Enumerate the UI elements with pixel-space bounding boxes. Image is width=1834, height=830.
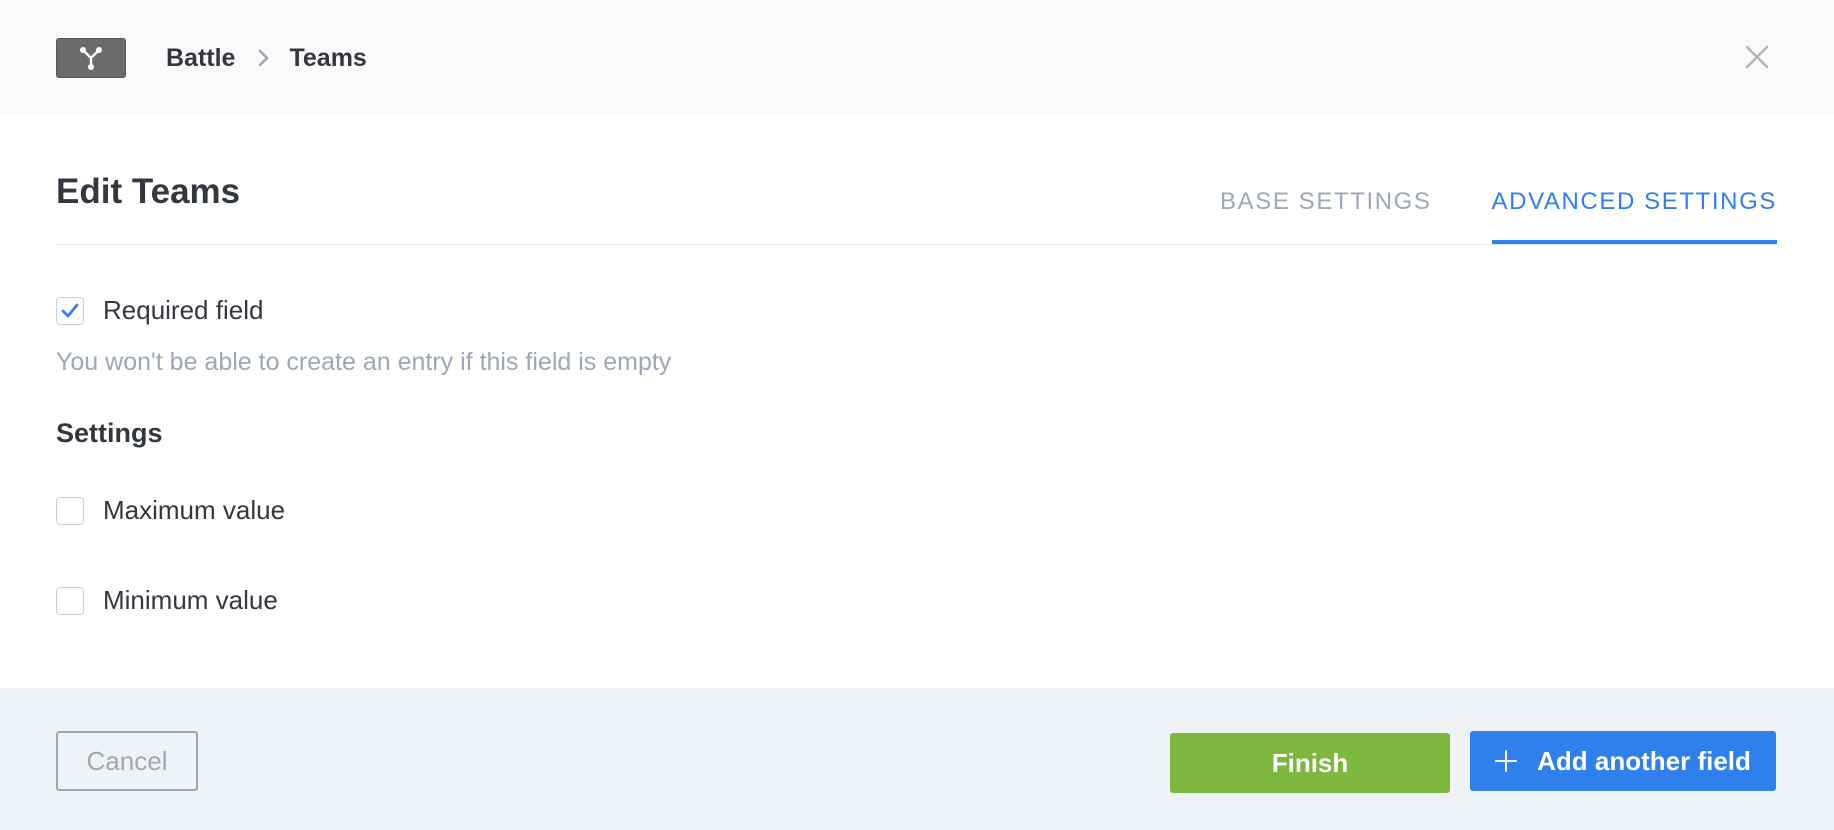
required-field-checkbox[interactable] xyxy=(56,296,84,325)
breadcrumb-parent[interactable]: Battle xyxy=(166,44,235,73)
relation-icon xyxy=(56,38,126,78)
settings-tabs: BASE SETTINGS ADVANCED SETTINGS xyxy=(1160,176,1778,244)
header-divider xyxy=(56,244,1776,245)
add-another-field-label: Add another field xyxy=(1537,745,1751,776)
required-field-label: Required field xyxy=(103,295,264,325)
add-another-field-button[interactable]: Add another field xyxy=(1470,731,1776,791)
chevron-right-icon xyxy=(257,48,271,68)
maximum-value-checkbox[interactable] xyxy=(56,496,84,525)
check-icon xyxy=(61,303,79,317)
maximum-value-label: Maximum value xyxy=(103,495,286,525)
modal-header: Battle Teams xyxy=(0,0,1834,114)
required-field-hint: You won't be able to create an entry if … xyxy=(56,348,672,376)
close-icon[interactable] xyxy=(1742,42,1772,72)
plus-icon xyxy=(1495,750,1518,772)
modal-title: Edit Teams xyxy=(56,172,241,211)
minimum-value-label: Minimum value xyxy=(103,585,278,615)
required-field-option[interactable]: Required field xyxy=(56,295,263,326)
cancel-button[interactable]: Cancel xyxy=(56,731,198,791)
finish-button[interactable]: Finish xyxy=(1170,733,1450,793)
tab-advanced-settings[interactable]: ADVANCED SETTINGS xyxy=(1491,176,1778,244)
breadcrumb-current: Teams xyxy=(289,43,367,72)
minimum-value-option[interactable]: Minimum value xyxy=(56,585,278,616)
minimum-value-checkbox[interactable] xyxy=(56,586,84,615)
settings-section-title: Settings xyxy=(56,418,163,448)
tab-base-settings[interactable]: BASE SETTINGS xyxy=(1220,176,1432,244)
maximum-value-option[interactable]: Maximum value xyxy=(56,495,285,526)
breadcrumb: Battle Teams xyxy=(166,38,367,78)
